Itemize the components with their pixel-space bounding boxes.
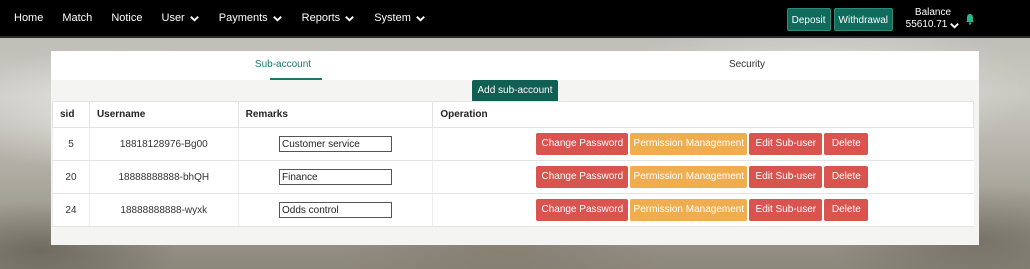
sub-account-table-wrap: sid Username Remarks Operation 5 1881812… (52, 101, 974, 269)
header-operation: Operation (432, 101, 974, 128)
deposit-button[interactable]: Deposit (786, 7, 831, 31)
delete-button[interactable]: Delete (824, 166, 869, 188)
nav-home-label: Home (14, 12, 44, 24)
cell-remarks (237, 127, 433, 161)
header-sid: sid (52, 101, 90, 128)
row-actions: Change Password Permission Management Ed… (433, 199, 973, 221)
change-password-button[interactable]: Change Password (536, 133, 629, 155)
edit-sub-user-button[interactable]: Edit Sub-user (749, 166, 823, 188)
table-row: 5 18818128976-Bg00 Change Password Permi… (52, 127, 974, 161)
remark-input[interactable] (278, 136, 392, 152)
remark-input[interactable] (278, 169, 392, 185)
nav-user-dropdown[interactable]: User (162, 12, 200, 24)
sub-account-table: sid Username Remarks Operation 5 1881812… (52, 101, 974, 227)
nav-home[interactable]: Home (14, 12, 43, 24)
change-password-button[interactable]: Change Password (536, 166, 629, 188)
chevron-down-icon (415, 13, 426, 24)
chevron-down-icon (272, 13, 283, 24)
cell-remarks (237, 160, 433, 194)
sub-account-panel: Sub-account Security Add sub-account sid… (51, 51, 979, 245)
edit-sub-user-button[interactable]: Edit Sub-user (749, 133, 823, 155)
delete-button[interactable]: Delete (824, 133, 869, 155)
header-username: Username (88, 101, 239, 128)
cell-operation: Change Password Permission Management Ed… (432, 193, 974, 227)
nav-match[interactable]: Match (62, 12, 92, 24)
nav-reports-label: Reports (301, 12, 341, 24)
cell-sid: 24 (52, 193, 90, 227)
row-actions: Change Password Permission Management Ed… (433, 133, 973, 155)
cell-sid: 20 (52, 160, 90, 194)
cell-username: 18888888888-bhQH (88, 160, 239, 194)
cell-username: 18888888888-wyxk (88, 193, 239, 227)
edit-sub-user-button[interactable]: Edit Sub-user (749, 199, 823, 221)
cell-operation: Change Password Permission Management Ed… (432, 127, 974, 161)
permission-management-button[interactable]: Permission Management (630, 133, 748, 155)
tab-bar: Sub-account Security (51, 51, 979, 80)
remark-input[interactable] (278, 202, 392, 218)
delete-button[interactable]: Delete (824, 199, 869, 221)
cell-username: 18818128976-Bg00 (88, 127, 239, 161)
table-row: 24 18888888888-wyxk Change Password Perm… (52, 193, 974, 227)
nav-reports-dropdown[interactable]: Reports (302, 12, 356, 24)
cell-sid: 5 (52, 127, 90, 161)
nav-system-dropdown[interactable]: System (374, 12, 426, 24)
tab-sub-account[interactable]: Sub-account (51, 51, 515, 80)
bell-icon[interactable] (965, 13, 975, 25)
cell-operation: Change Password Permission Management Ed… (432, 160, 974, 194)
withdrawal-button[interactable]: Withdrawal (833, 7, 893, 31)
nav-payments-dropdown[interactable]: Payments (219, 12, 283, 24)
change-password-button[interactable]: Change Password (536, 199, 629, 221)
nav-user-label: User (161, 12, 185, 24)
table-header-row: sid Username Remarks Operation (52, 101, 974, 128)
permission-management-button[interactable]: Permission Management (630, 199, 748, 221)
top-navbar: Home Match Notice User Payments Reports … (0, 0, 1030, 38)
balance-label: Balance (914, 7, 952, 18)
nav-notice[interactable]: Notice (111, 12, 142, 24)
row-actions: Change Password Permission Management Ed… (433, 166, 973, 188)
tab-security[interactable]: Security (515, 51, 979, 80)
header-remarks: Remarks (237, 101, 434, 128)
balance-value: 55610.71 (905, 19, 948, 30)
nav-system-label: System (374, 12, 411, 24)
table-row: 20 18888888888-bhQH Change Password Perm… (52, 160, 974, 194)
balance-dropdown[interactable]: Balance 55610.71 (905, 7, 960, 31)
nav-notice-label: Notice (111, 12, 143, 24)
balance-value-row: 55610.71 (905, 19, 960, 31)
cell-remarks (237, 193, 433, 227)
chevron-down-icon (189, 13, 200, 24)
chevron-down-icon (949, 20, 960, 31)
account-area: Deposit Withdrawal Balance 55610.71 (786, 0, 1030, 38)
main-nav: Home Match Notice User Payments Reports … (0, 0, 445, 37)
nav-payments-label: Payments (218, 12, 268, 24)
permission-management-button[interactable]: Permission Management (630, 166, 748, 188)
add-sub-account-button[interactable]: Add sub-account (472, 80, 558, 102)
nav-match-label: Match (62, 12, 93, 24)
chevron-down-icon (344, 13, 355, 24)
